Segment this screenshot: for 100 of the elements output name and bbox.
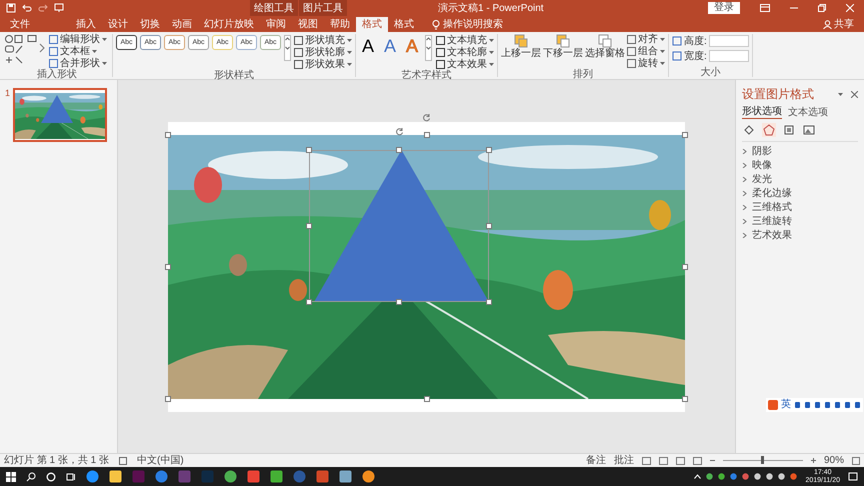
number-field[interactable]	[708, 35, 749, 47]
restore-icon[interactable]	[818, 4, 826, 12]
caret-icon	[102, 62, 107, 65]
bring-forward-icon	[514, 34, 528, 48]
group-label: 大小	[700, 67, 720, 79]
shapes-gallery-icon[interactable]	[4, 34, 46, 64]
close-icon[interactable]	[851, 90, 858, 98]
resize-handle[interactable]	[682, 132, 688, 138]
rotate-handle[interactable]	[422, 112, 431, 122]
pane-section[interactable]: 发光	[742, 172, 858, 186]
slider-thumb[interactable]	[761, 456, 764, 464]
pane-section[interactable]: 柔化边缘	[742, 186, 858, 200]
ime-mode: 英	[781, 399, 791, 411]
lightbulb-icon	[432, 20, 440, 30]
ribbon-command[interactable]: 形状轮廓	[294, 47, 352, 58]
caret-icon	[102, 38, 107, 41]
picture-tab-icon[interactable]	[802, 123, 816, 137]
triangle-shape	[41, 95, 74, 123]
ribbon-tab[interactable]: 动画	[166, 17, 198, 32]
save-icon[interactable]	[6, 3, 16, 13]
group-label: 形状样式	[214, 70, 254, 82]
ribbon-tab[interactable]: 格式	[356, 17, 388, 32]
ribbon-command[interactable]: 选择窗格	[585, 34, 625, 59]
ribbon-command[interactable]: 文本轮廓	[436, 47, 494, 58]
zoom-level[interactable]: 90%	[824, 453, 844, 468]
ribbon-tab[interactable]: 审阅	[260, 17, 292, 32]
task-view-icon[interactable]	[66, 472, 76, 482]
pane-section[interactable]: 映像	[742, 158, 858, 172]
wordart-preset[interactable]: A	[381, 35, 399, 57]
search-icon[interactable]	[26, 472, 36, 482]
ribbon-command[interactable]: 对齐	[627, 34, 665, 45]
ribbon-command[interactable]: 下移一层	[543, 34, 583, 59]
ribbon-command[interactable]: 文本填充	[436, 35, 494, 46]
redo-icon[interactable]	[38, 3, 48, 13]
resize-handle[interactable]	[682, 396, 688, 402]
zoom-in-icon[interactable]	[810, 458, 816, 463]
comments-button[interactable]: 批注	[614, 454, 634, 466]
caret-icon	[489, 51, 494, 54]
caret-icon	[347, 51, 352, 54]
caret-icon	[92, 50, 97, 53]
gallery-scroll-icon[interactable]	[284, 35, 291, 61]
caret-icon	[489, 39, 494, 42]
resize-handle[interactable]	[165, 396, 171, 402]
field-label: 宽度:	[684, 50, 707, 62]
fill-tab-icon[interactable]	[742, 123, 756, 137]
triangle-shape[interactable]	[314, 150, 489, 302]
ribbon-tab[interactable]: 文件	[4, 17, 36, 32]
ribbon-tab[interactable]: 插入	[70, 17, 102, 32]
wordart-preset[interactable]: A	[359, 35, 377, 57]
pane-tab[interactable]: 文本选项	[788, 106, 828, 119]
ribbon-display-icon[interactable]	[760, 4, 770, 12]
circle-icon[interactable]	[46, 472, 56, 482]
ribbon-tab[interactable]: 设计	[102, 17, 134, 32]
number-field[interactable]	[708, 50, 749, 62]
ime-toolbar[interactable]: 英	[766, 398, 863, 412]
dropdown-icon[interactable]	[838, 92, 843, 96]
context-tab-header: 图片工具	[299, 0, 348, 16]
caret-icon	[660, 38, 665, 41]
gallery-scroll-icon[interactable]	[425, 35, 432, 61]
ribbon-tab[interactable]: 幻灯片放映	[198, 17, 260, 32]
chevron-up-icon[interactable]	[694, 474, 702, 479]
size-tab-icon[interactable]	[782, 123, 796, 137]
ribbon-command[interactable]: 形状效果	[294, 59, 352, 70]
ribbon-tab[interactable]: 帮助	[324, 17, 356, 32]
undo-icon[interactable]	[22, 3, 32, 13]
caret-icon	[347, 63, 352, 66]
ribbon-tab[interactable]: 格式	[388, 17, 420, 32]
notes-button[interactable]: 备注	[586, 454, 606, 466]
slide-number: 1	[5, 88, 10, 100]
pane-section[interactable]: 三维格式	[742, 200, 858, 214]
field-label: 高度:	[684, 36, 707, 46]
tell-me-search[interactable]: 操作说明搜索	[443, 17, 503, 32]
windows-start-icon[interactable]	[6, 472, 16, 482]
resize-handle[interactable]	[165, 132, 171, 138]
share-button[interactable]: 共享	[834, 17, 854, 32]
group-label: 排列	[573, 69, 593, 81]
ribbon-command[interactable]: 文本框	[49, 46, 107, 57]
effects-tab-icon[interactable]	[762, 123, 776, 137]
caret-icon	[347, 39, 352, 42]
sign-in-button[interactable]: 登录	[708, 2, 740, 14]
ribbon-command[interactable]: 合并形状	[49, 58, 107, 69]
rotate-handle[interactable]	[395, 126, 404, 136]
ribbon-tab[interactable]: 切换	[134, 17, 166, 32]
pane-section[interactable]: 三维旋转	[742, 214, 858, 228]
presentation-icon[interactable]	[54, 3, 64, 13]
ribbon-command[interactable]: 组合	[627, 46, 665, 57]
ribbon-command[interactable]: 文本效果	[436, 59, 494, 70]
ribbon-command[interactable]: 编辑形状	[49, 34, 107, 45]
ribbon-command[interactable]: 上移一层	[501, 34, 541, 59]
pane-section[interactable]: 艺术效果	[742, 228, 858, 242]
ribbon-command[interactable]: 旋转	[627, 58, 665, 69]
caret-icon	[660, 62, 665, 65]
resize-handle[interactable]	[682, 264, 688, 270]
language-indicator[interactable]: 中文(中国)	[137, 453, 184, 468]
pane-section[interactable]: 阴影	[742, 144, 858, 158]
group-label: 插入形状	[37, 69, 77, 81]
ribbon-command[interactable]: 形状填充	[294, 35, 352, 46]
resize-handle[interactable]	[165, 264, 171, 270]
pane-tab[interactable]: 形状选项	[742, 106, 782, 119]
ribbon-tab[interactable]: 视图	[292, 17, 324, 32]
